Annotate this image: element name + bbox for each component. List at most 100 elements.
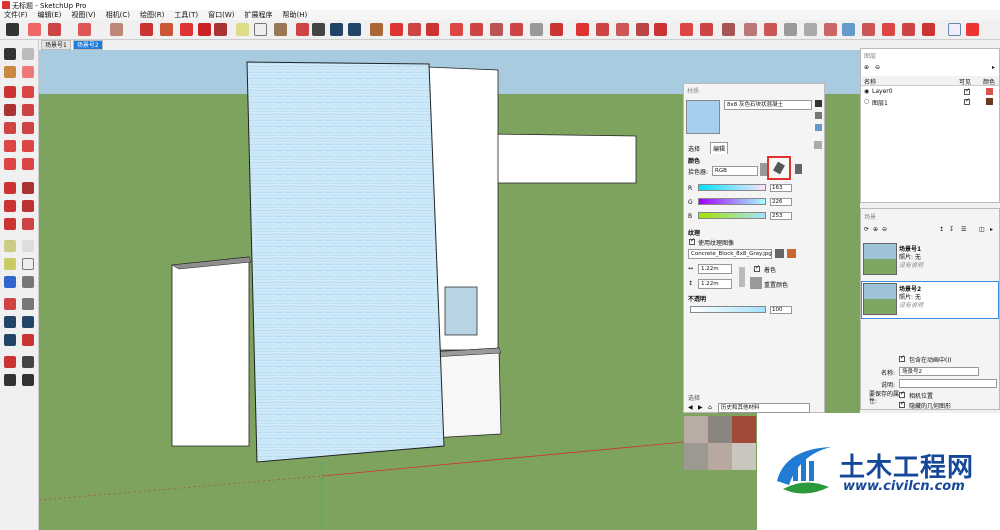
orbit-icon[interactable]: [296, 23, 309, 36]
arc-icon[interactable]: [78, 23, 91, 36]
include-anim-checkbox[interactable]: [899, 354, 905, 362]
menu-camera[interactable]: 相机(C): [106, 10, 130, 20]
rotated-rect-tool-icon[interactable]: [22, 104, 34, 116]
eraser-tool-icon[interactable]: [22, 66, 34, 78]
tape-measure-icon[interactable]: [236, 23, 249, 36]
edit-texture-icon[interactable]: [787, 249, 796, 258]
picker-select[interactable]: RGB: [712, 166, 758, 176]
drape-icon[interactable]: [636, 23, 649, 36]
followme-tool-icon[interactable]: [22, 200, 34, 212]
paint-tool-icon[interactable]: [4, 66, 16, 78]
extension-icon[interactable]: [390, 23, 403, 36]
tape-tool-icon[interactable]: [4, 240, 16, 252]
material-preview[interactable]: [686, 100, 720, 134]
freehand-tool-icon[interactable]: [22, 86, 34, 98]
window-pane[interactable]: [444, 286, 478, 336]
scale-tool-icon[interactable]: [4, 218, 16, 230]
camera-pos-checkbox[interactable]: [899, 390, 905, 398]
axes-tool-icon[interactable]: [4, 276, 16, 288]
xray-icon[interactable]: [744, 23, 757, 36]
layer-color-swatch[interactable]: [986, 88, 993, 95]
flip-edge-icon[interactable]: [680, 23, 693, 36]
scene-item-1[interactable]: 场景号1 照片: 无 没有说明: [861, 241, 999, 279]
sandbox-icon[interactable]: [576, 23, 589, 36]
g-value[interactable]: 226: [770, 198, 792, 206]
text-icon[interactable]: [254, 23, 267, 36]
previous-view-icon[interactable]: [22, 334, 34, 346]
menu-edit[interactable]: 编辑(E): [38, 10, 62, 20]
layers-menu-icon[interactable]: ▸: [992, 64, 995, 71]
pushpull-tool-icon[interactable]: [22, 182, 34, 194]
section-icon[interactable]: [450, 23, 463, 36]
scenes-menu-icon[interactable]: ▸: [990, 226, 993, 233]
ruby-console-icon[interactable]: [948, 23, 961, 36]
home-icon[interactable]: ⌂: [708, 404, 712, 411]
look-around-icon[interactable]: [22, 356, 34, 368]
walk-icon[interactable]: [4, 374, 16, 386]
shadow-icon[interactable]: [700, 23, 713, 36]
b-value[interactable]: 253: [770, 212, 792, 220]
move-down-icon[interactable]: ↧: [949, 226, 954, 233]
layer-visible-checkbox[interactable]: [964, 87, 970, 95]
tab-scene-1[interactable]: 场景号1: [41, 40, 71, 50]
2pt-arc-tool-icon[interactable]: [22, 140, 34, 152]
hidden-geom-checkbox[interactable]: [899, 400, 905, 408]
subtract-icon[interactable]: [530, 23, 543, 36]
component-tool-icon[interactable]: [22, 48, 34, 60]
circle-tool-icon[interactable]: [4, 122, 16, 134]
menu-draw[interactable]: 绘图(R): [140, 10, 164, 20]
trim-icon[interactable]: [550, 23, 563, 36]
shaded-texture-icon[interactable]: [842, 23, 855, 36]
reset-color-swatch[interactable]: [750, 277, 762, 289]
menu-window[interactable]: 窗口(W): [208, 10, 234, 20]
colorize-checkbox[interactable]: [754, 264, 760, 272]
zoom-icon[interactable]: [330, 23, 343, 36]
text-tool-icon[interactable]: [22, 258, 34, 270]
position-camera-icon[interactable]: [4, 356, 16, 368]
move-up-icon[interactable]: ↥: [939, 226, 944, 233]
textured-wall[interactable]: [246, 61, 445, 463]
match-color-button-highlighted[interactable]: [767, 156, 791, 180]
pencil-icon[interactable]: [48, 23, 61, 36]
follow-me-icon[interactable]: [160, 23, 173, 36]
tab-scene-2[interactable]: 场景号2: [72, 40, 103, 50]
reset-color-label[interactable]: 重置颜色: [764, 280, 788, 289]
delete-layer-icon[interactable]: ⊖: [875, 64, 880, 71]
add-scene-icon[interactable]: ⊕: [873, 226, 878, 233]
sample-paint-icon[interactable]: [815, 124, 822, 131]
fog-icon[interactable]: [722, 23, 735, 36]
remove-scene-icon[interactable]: ⊖: [882, 226, 887, 233]
material-name-field[interactable]: 8x8 灰色石块状混凝土: [724, 100, 812, 110]
view-options-icon[interactable]: ☰: [961, 226, 966, 233]
monochrome-icon[interactable]: [862, 23, 875, 36]
intersect-icon[interactable]: [490, 23, 503, 36]
iso-view-icon[interactable]: [882, 23, 895, 36]
opacity-slider[interactable]: [690, 306, 766, 313]
pan-tool-icon[interactable]: [22, 298, 34, 310]
menu-view[interactable]: 视图(V): [71, 10, 95, 20]
r-slider[interactable]: [698, 184, 766, 191]
forward-arrow-icon[interactable]: ▶: [698, 404, 703, 411]
swatch-2[interactable]: [708, 416, 732, 443]
outer-shell-icon[interactable]: [470, 23, 483, 36]
top-view-icon[interactable]: [902, 23, 915, 36]
stamp-icon[interactable]: [616, 23, 629, 36]
right-wing-box[interactable]: [488, 133, 637, 184]
layer-visible-checkbox[interactable]: [964, 97, 970, 105]
tab-edit[interactable]: 编辑: [710, 142, 729, 154]
link-aspect-icon[interactable]: [739, 267, 745, 287]
smoove-icon[interactable]: [596, 23, 609, 36]
left-box[interactable]: [171, 256, 250, 447]
swatch-4[interactable]: [684, 443, 708, 470]
protractor-tool-icon[interactable]: [4, 258, 16, 270]
scale-icon[interactable]: [214, 23, 227, 36]
swatch-5[interactable]: [708, 443, 732, 470]
back-edges-icon[interactable]: [764, 23, 777, 36]
browse-folder-icon[interactable]: [775, 249, 784, 258]
menu-tools[interactable]: 工具(T): [174, 10, 198, 20]
layer-row-0[interactable]: ◉ Layer0: [861, 87, 999, 97]
move-icon[interactable]: [180, 23, 193, 36]
opacity-value[interactable]: 100: [770, 306, 792, 314]
front-view-icon[interactable]: [922, 23, 935, 36]
use-texture-checkbox[interactable]: [689, 237, 695, 245]
